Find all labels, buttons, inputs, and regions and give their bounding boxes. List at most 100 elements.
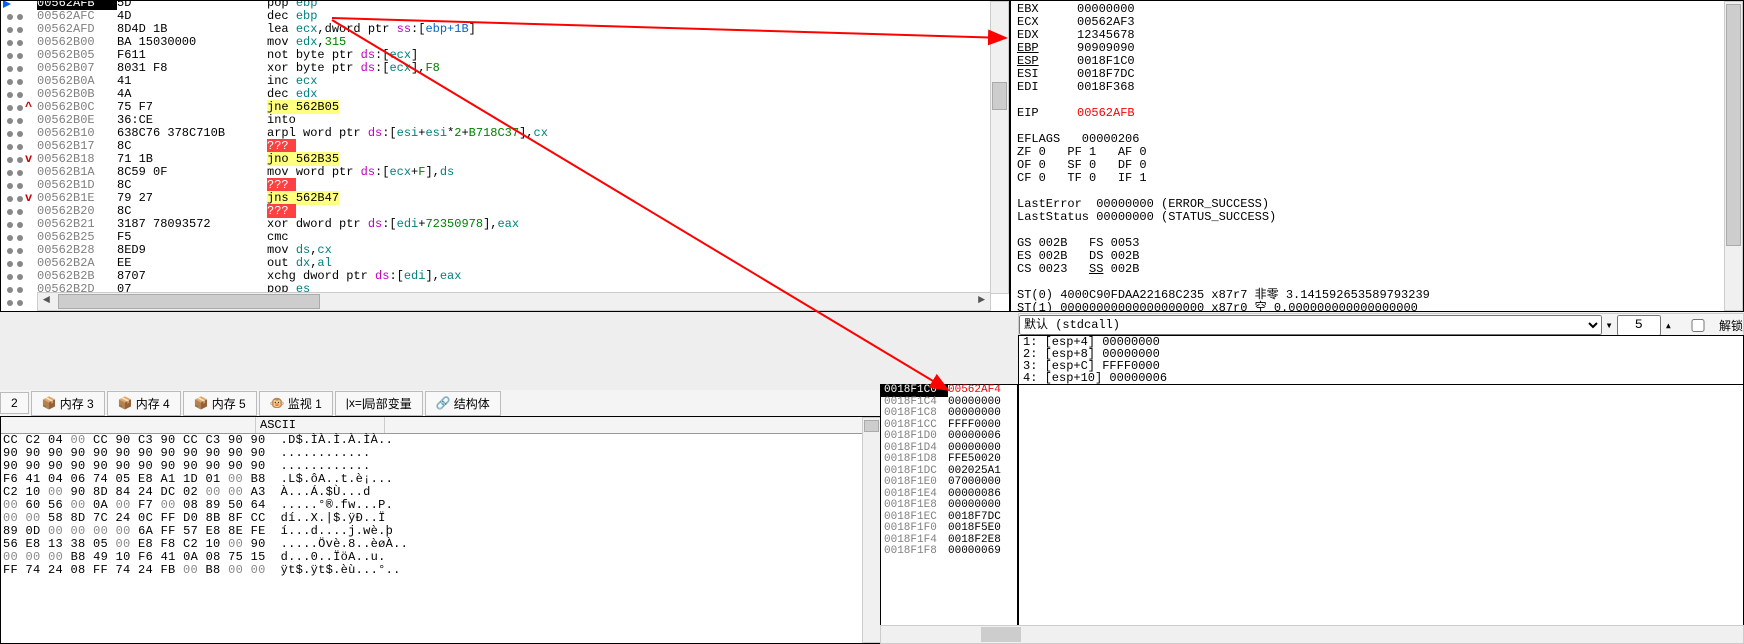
stack-row[interactable]: 0018F1F800000069	[881, 546, 1017, 558]
regs-vscrollbar[interactable]	[1724, 1, 1743, 311]
memory-row[interactable]: FF 74 24 08 FF 74 24 FB 00 B8 00 00 ÿt$.…	[3, 564, 879, 577]
register-line[interactable]: EIP00562AFB	[1017, 107, 1737, 120]
disasm-row[interactable]: 00562B1A8C59 0Fmov word ptr ds:[ecx+F],d…	[1, 166, 1009, 179]
bytes: 8031 F8	[117, 62, 267, 75]
breakpoint-dot-icon[interactable]	[7, 209, 13, 215]
breakpoint-dot-icon[interactable]	[7, 261, 13, 267]
disasm-row[interactable]: 00562B288ED9mov ds,cx	[1, 244, 1009, 257]
breakpoint-dot-icon[interactable]	[7, 235, 13, 241]
arg-line[interactable]: 4: [esp+10] 00000006	[1023, 372, 1739, 384]
tab-icon: 📦	[118, 396, 132, 410]
callconv-bar: 默认 (stdcall) ▾ ▴ 解锁	[1018, 313, 1744, 337]
bytes: 8707	[117, 270, 267, 283]
mem-vscrollbar[interactable]	[862, 417, 881, 643]
tab-监视 1[interactable]: 🐵监视 1	[259, 391, 333, 416]
disassembly-pane[interactable]: 00562AFB5Dpop ebp00562AFC4Ddec ebp00562A…	[0, 0, 1010, 312]
breakpoint-dot-icon[interactable]	[7, 274, 13, 280]
tab-icon: |x=|	[346, 396, 360, 410]
instruction: cmc	[267, 231, 1009, 244]
tab-label: 内存 4	[136, 395, 170, 412]
breakpoint-dot-icon[interactable]	[7, 118, 13, 124]
stack-pane[interactable]: 0018F1C000562AF40018F1C4000000000018F1C8…	[880, 384, 1018, 626]
bytes: 41	[117, 75, 267, 88]
instruction: xor dword ptr ds:[edi+72350978],eax	[267, 218, 1009, 231]
disasm-row[interactable]: v00562B1E79 27jns 562B47	[1, 192, 1009, 205]
register-line[interactable]: EDI0018F368	[1017, 81, 1737, 94]
registers-pane[interactable]: EBX00000000ECX00562AF3EDX12345678EBP9090…	[1010, 0, 1744, 312]
tab-label: 监视 1	[288, 395, 322, 412]
tab-内存 3[interactable]: 📦 内存 3	[31, 391, 105, 416]
tab-内存 5[interactable]: 📦内存 5	[183, 391, 257, 416]
memory-dump-pane[interactable]: ASCII CC C2 04 00 CC 90 C3 90 CC C3 90 9…	[0, 416, 882, 644]
instruction: mov ds,cx	[267, 244, 1009, 257]
hex-header	[1, 417, 256, 433]
breakpoint-dot-icon[interactable]	[7, 248, 13, 254]
breakpoint-dot-icon[interactable]	[7, 287, 13, 293]
scroll-left-icon[interactable]: ◄	[38, 293, 55, 308]
instruction: jne 562B05	[267, 101, 1009, 114]
instruction: arpl word ptr ds:[esi+esi*2+B718C37],cx	[267, 127, 1009, 140]
disasm-row[interactable]: 00562AFB5Dpop ebp	[1, 0, 1009, 10]
tab-icon: 🔗	[436, 396, 450, 410]
disasm-row[interactable]: 00562B25F5cmc	[1, 231, 1009, 244]
breakpoint-dot-icon[interactable]	[7, 157, 13, 163]
tab-2[interactable]: 2	[0, 392, 29, 414]
spin-up-icon[interactable]: ▴	[1661, 318, 1676, 333]
tab-内存 4[interactable]: 📦 内存 4	[107, 391, 181, 416]
tab-label: 2	[11, 396, 18, 410]
register-line[interactable]: CS 0023 SS 002B	[1017, 263, 1737, 276]
breakpoint-dot-icon[interactable]	[7, 144, 13, 150]
instruction: lea ecx,dword ptr ss:[ebp+1B]	[267, 23, 1009, 36]
breakpoint-dot-icon[interactable]	[7, 40, 13, 46]
tab-局部变量[interactable]: |x=|局部变量	[335, 391, 423, 416]
breakpoint-dot-icon[interactable]	[7, 300, 13, 306]
scroll-thumb[interactable]	[58, 294, 320, 309]
scroll-thumb[interactable]	[992, 82, 1007, 110]
disasm-row[interactable]: 00562B00BA 15030000mov edx,315	[1, 36, 1009, 49]
bytes: 79 27	[117, 192, 267, 205]
eip-arrow-icon	[3, 0, 11, 8]
register-line[interactable]: ST(1) 00000000000000000000 x87r0 空 0.000…	[1017, 302, 1737, 312]
instruction: mov word ptr ds:[ecx+F],ds	[267, 166, 1009, 179]
disasm-row[interactable]: 00562B078031 F8xor byte ptr ds:[ecx],F8	[1, 62, 1009, 75]
detail-pane[interactable]	[1018, 384, 1744, 626]
tab-label: 内存 3	[60, 395, 94, 412]
tab-label: 结构体	[454, 395, 490, 412]
disasm-row[interactable]: 00562B2AEEout dx,al	[1, 257, 1009, 270]
scroll-right-icon[interactable]: ►	[973, 293, 990, 308]
callconv-select[interactable]: 默认 (stdcall)	[1019, 315, 1602, 335]
breakpoint-dot-icon[interactable]	[7, 53, 13, 59]
scroll-thumb[interactable]	[981, 627, 1021, 642]
instruction: dec edx	[267, 88, 1009, 101]
bottom-hscrollbar[interactable]	[880, 625, 1744, 644]
bottom-tabs: 2 📦 内存 3 📦 内存 4 📦内存 5🐵监视 1|x=|局部变量 🔗 结构体	[0, 390, 880, 416]
breakpoint-dot-icon[interactable]	[7, 92, 13, 98]
disasm-hscrollbar[interactable]: ◄ ►	[37, 292, 991, 311]
disasm-row[interactable]: 00562B0A41inc ecx	[1, 75, 1009, 88]
breakpoint-dot-icon[interactable]	[7, 79, 13, 85]
unlock-checkbox[interactable]	[1680, 319, 1716, 332]
breakpoint-dot-icon[interactable]	[7, 27, 13, 33]
register-line[interactable]: CF 0 TF 0 IF 1	[1017, 172, 1737, 185]
arg-count-input[interactable]	[1617, 315, 1661, 336]
disasm-row[interactable]: 00562B2B8707xchg dword ptr ds:[edi],eax	[1, 270, 1009, 283]
tab-结构体[interactable]: 🔗 结构体	[425, 391, 501, 416]
breakpoint-dot-icon[interactable]	[7, 14, 13, 20]
ascii-header: ASCII	[256, 417, 385, 433]
tab-icon: 📦	[42, 396, 56, 410]
instruction: pop ebp	[267, 0, 1009, 10]
args-pane[interactable]: 1: [esp+4] 000000002: [esp+8] 000000003:…	[1018, 335, 1744, 385]
breakpoint-dot-icon[interactable]	[7, 105, 13, 111]
disasm-row[interactable]: 00562B213187 78093572xor dword ptr ds:[e…	[1, 218, 1009, 231]
breakpoint-dot-icon[interactable]	[7, 131, 13, 137]
breakpoint-dot-icon[interactable]	[7, 66, 13, 72]
register-line[interactable]: LastStatus 00000000 (STATUS_SUCCESS)	[1017, 211, 1737, 224]
disasm-row[interactable]: 00562B10638C76 378C710Barpl word ptr ds:…	[1, 127, 1009, 140]
disasm-vscrollbar[interactable]	[990, 1, 1009, 294]
breakpoint-dot-icon[interactable]	[7, 196, 13, 202]
breakpoint-dot-icon[interactable]	[7, 183, 13, 189]
spin-down-icon[interactable]: ▾	[1602, 318, 1617, 333]
bytes: 3187 78093572	[117, 218, 267, 231]
breakpoint-dot-icon[interactable]	[7, 222, 13, 228]
breakpoint-dot-icon[interactable]	[7, 170, 13, 176]
